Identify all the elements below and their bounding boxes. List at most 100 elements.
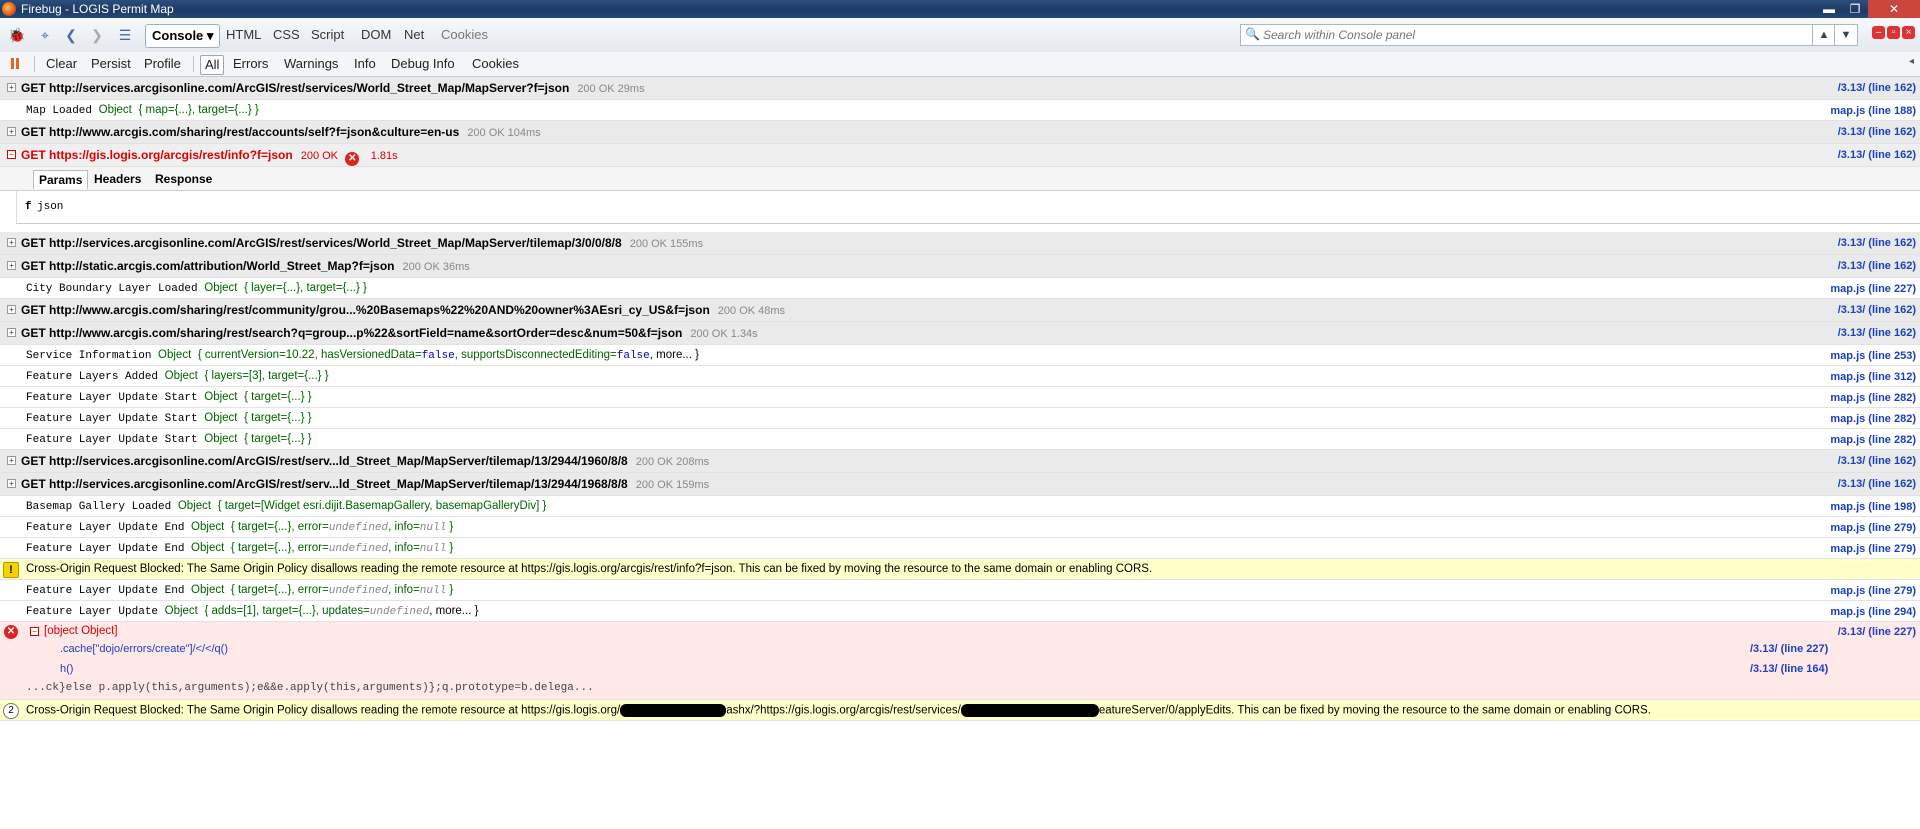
request-row[interactable]: + GET http://services.arcgisonline.com/A… <box>0 77 1920 100</box>
collapse-icon[interactable]: − <box>30 627 39 636</box>
object-props[interactable]: { target=[Widget esri.dijit.BasemapGalle… <box>218 500 547 512</box>
filter-info[interactable]: Info <box>350 55 380 73</box>
object-link[interactable]: Object <box>158 349 191 361</box>
object-props[interactable]: , info= <box>388 584 420 596</box>
object-link[interactable]: Object <box>99 104 132 116</box>
collapse-icon[interactable]: − <box>7 150 16 159</box>
source-link[interactable]: /3.13/ (line 162) <box>1838 478 1916 490</box>
inspect-icon[interactable]: ⌖ <box>36 26 54 44</box>
request-row[interactable]: + GET http://services.arcgisonline.com/A… <box>0 450 1920 473</box>
filter-debug-info[interactable]: Debug Info <box>387 55 459 73</box>
filter-errors[interactable]: Errors <box>229 55 272 73</box>
forward-icon[interactable]: ❯ <box>88 26 106 44</box>
request-row[interactable]: + GET http://static.arcgis.com/attributi… <box>0 255 1920 278</box>
object-props[interactable]: { target={...} } <box>244 412 311 424</box>
source-link[interactable]: map.js (line 227) <box>1830 283 1916 295</box>
persist-button[interactable]: Persist <box>87 55 135 73</box>
source-link[interactable]: map.js (line 188) <box>1830 105 1916 117</box>
tab-params[interactable]: Params <box>33 170 89 189</box>
object-props[interactable]: } <box>446 542 453 554</box>
object-link[interactable]: Object <box>204 412 237 424</box>
expand-icon[interactable]: + <box>7 479 16 488</box>
request-row[interactable]: + GET http://www.arcgis.com/sharing/rest… <box>0 299 1920 322</box>
search-input[interactable] <box>1261 26 1815 44</box>
close-button[interactable]: ✕ <box>1868 0 1920 18</box>
object-link[interactable]: Object <box>191 584 224 596</box>
request-row-expanded[interactable]: − GET https://gis.logis.org/arcgis/rest/… <box>0 144 1920 167</box>
source-link[interactable]: map.js (line 294) <box>1830 606 1916 618</box>
filter-all[interactable]: All <box>200 55 225 75</box>
tab-dom[interactable]: DOM <box>355 24 397 46</box>
filter-warnings[interactable]: Warnings <box>280 55 342 73</box>
more-link[interactable]: , more... } <box>429 605 478 617</box>
object-props[interactable]: { target={...} } <box>244 391 311 403</box>
minimize-button[interactable]: ▬ <box>1816 0 1842 18</box>
object-props[interactable]: { map={...}, target={...} } <box>138 104 258 116</box>
source-link[interactable]: map.js (line 282) <box>1830 434 1916 446</box>
source-link[interactable]: /3.13/ (line 162) <box>1838 327 1916 339</box>
source-link[interactable]: map.js (line 198) <box>1830 501 1916 513</box>
tab-cookies[interactable]: Cookies <box>435 24 494 46</box>
expand-icon[interactable]: + <box>7 328 16 337</box>
command-editor-icon[interactable]: ☰ <box>116 26 134 44</box>
request-row[interactable]: + GET http://www.arcgis.com/sharing/rest… <box>0 322 1920 345</box>
stack-frame[interactable]: h() <box>60 663 73 675</box>
source-link[interactable]: map.js (line 312) <box>1830 371 1916 383</box>
source-link[interactable]: /3.13/ (line 164) <box>1750 663 1828 675</box>
tab-headers[interactable]: Headers <box>89 170 146 188</box>
back-icon[interactable]: ❮ <box>62 26 80 44</box>
tab-html[interactable]: HTML <box>220 24 267 46</box>
source-link[interactable]: map.js (line 279) <box>1830 522 1916 534</box>
object-props[interactable]: , supportsDisconnectedEditing= <box>455 349 617 361</box>
source-link[interactable]: /3.13/ (line 227) <box>1838 626 1916 638</box>
object-props[interactable]: { layers=[3], target={...} } <box>205 370 329 382</box>
object-props[interactable]: , info= <box>388 542 420 554</box>
search-next-button[interactable]: ▼ <box>1834 24 1858 46</box>
object-props[interactable]: { target={...}, error= <box>231 542 329 554</box>
tab-response[interactable]: Response <box>150 170 217 188</box>
request-row[interactable]: + GET http://www.arcgis.com/sharing/rest… <box>0 121 1920 144</box>
expand-icon[interactable]: + <box>7 456 16 465</box>
expand-icon[interactable]: + <box>7 305 16 314</box>
tab-net[interactable]: Net <box>398 24 430 46</box>
firebug-minimize-icon[interactable]: – <box>1872 26 1885 39</box>
request-row[interactable]: + GET http://services.arcgisonline.com/A… <box>0 232 1920 255</box>
object-link[interactable]: Object <box>165 605 198 617</box>
console-search[interactable]: 🔍 <box>1240 24 1822 46</box>
object-props[interactable]: { currentVersion=10.22, hasVersionedData… <box>198 349 422 361</box>
clear-button[interactable]: Clear <box>42 55 81 73</box>
firebug-detach-icon[interactable]: ▫ <box>1887 26 1900 39</box>
source-link[interactable]: /3.13/ (line 162) <box>1838 237 1916 249</box>
object-props[interactable]: { adds=[1], target={...}, updates= <box>205 605 370 617</box>
source-link[interactable]: map.js (line 253) <box>1830 350 1916 362</box>
object-link[interactable]: Object <box>191 542 224 554</box>
request-row[interactable]: + GET http://services.arcgisonline.com/A… <box>0 473 1920 496</box>
maximize-button[interactable]: ❐ <box>1842 0 1868 18</box>
tab-console[interactable]: Console ▾ <box>145 24 221 48</box>
source-link[interactable]: /3.13/ (line 162) <box>1838 260 1916 272</box>
expand-icon[interactable]: + <box>7 261 16 270</box>
object-props[interactable]: { target={...}, error= <box>231 521 329 533</box>
error-title[interactable]: [object Object] <box>44 625 118 637</box>
object-props[interactable]: } <box>446 521 453 533</box>
source-link[interactable]: /3.13/ (line 162) <box>1838 149 1916 161</box>
firebug-close-icon[interactable]: × <box>1902 26 1915 39</box>
profile-button[interactable]: Profile <box>140 55 185 73</box>
tab-css[interactable]: CSS <box>267 24 306 46</box>
object-link[interactable]: Object <box>165 370 198 382</box>
object-link[interactable]: Object <box>204 433 237 445</box>
source-link[interactable]: map.js (line 282) <box>1830 392 1916 404</box>
object-props[interactable]: { layer={...}, target={...} } <box>244 282 367 294</box>
firebug-menu-icon[interactable]: 🐞 <box>8 26 26 44</box>
source-link[interactable]: map.js (line 279) <box>1830 543 1916 555</box>
object-link[interactable]: Object <box>178 500 211 512</box>
expand-icon[interactable]: + <box>7 238 16 247</box>
object-link[interactable]: Object <box>204 282 237 294</box>
source-link[interactable]: /3.13/ (line 162) <box>1838 82 1916 94</box>
object-link[interactable]: Object <box>204 391 237 403</box>
source-link[interactable]: /3.13/ (line 162) <box>1838 455 1916 467</box>
source-link[interactable]: map.js (line 279) <box>1830 585 1916 597</box>
object-props[interactable]: } <box>446 584 453 596</box>
source-link[interactable]: /3.13/ (line 162) <box>1838 304 1916 316</box>
collapse-side-panel-icon[interactable]: ◂ <box>1909 56 1914 67</box>
